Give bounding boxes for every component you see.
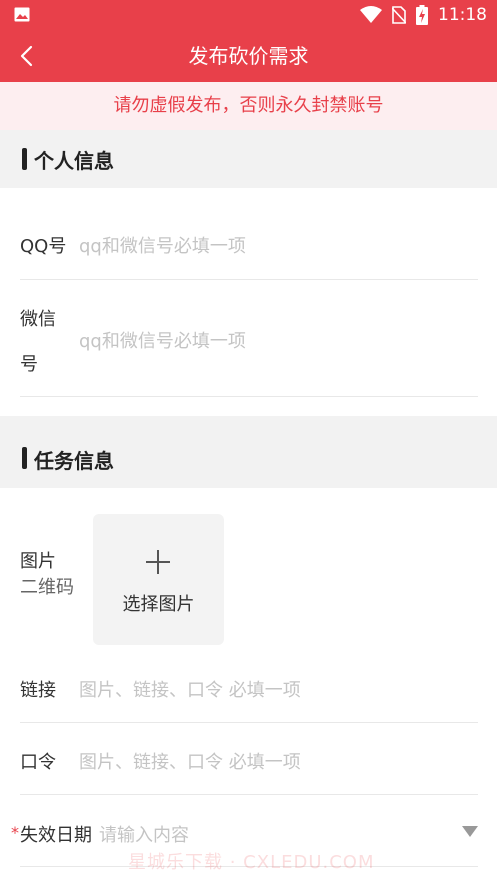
section-header-task: 任务信息: [0, 416, 497, 488]
battery-charging-icon: [416, 5, 428, 25]
code-row[interactable]: 口令 图片、链接、口令 必填一项: [20, 723, 478, 795]
code-label: 口令: [20, 752, 56, 773]
required-mark: *: [11, 823, 19, 842]
qq-label: QQ号: [20, 236, 67, 257]
expiry-input[interactable]: 请输入内容: [99, 821, 189, 847]
image-label-sub: 二维码: [20, 577, 74, 598]
image-icon: [14, 7, 30, 22]
select-image-button[interactable]: 选择图片: [93, 514, 224, 645]
wechat-label-line2: 号: [20, 354, 38, 375]
warning-banner: 请勿虚假发布，否则永久封禁账号: [0, 82, 497, 130]
section-marker: [22, 148, 27, 170]
qq-input[interactable]: qq和微信号必填一项: [79, 232, 246, 258]
status-time: 11:18: [438, 5, 487, 25]
qq-row[interactable]: QQ号 qq和微信号必填一项: [20, 208, 478, 280]
status-bar: 11:18: [0, 0, 497, 30]
watermark: 星城乐下载 · CXLEDU.COM: [128, 852, 375, 873]
expiry-label: 失效日期: [20, 825, 92, 846]
image-label-main: 图片: [20, 551, 56, 572]
section-marker: [22, 447, 27, 469]
wechat-input[interactable]: qq和微信号必填一项: [79, 327, 246, 353]
select-image-label: 选择图片: [122, 594, 195, 615]
section-title-personal: 个人信息: [34, 149, 114, 173]
image-label: 图片 二维码: [20, 549, 74, 601]
link-input[interactable]: 图片、链接、口令 必填一项: [79, 676, 301, 702]
section-header-personal: 个人信息: [0, 130, 497, 188]
dropdown-arrow-icon[interactable]: [462, 826, 478, 837]
link-label: 链接: [20, 680, 56, 701]
code-input[interactable]: 图片、链接、口令 必填一项: [79, 748, 301, 774]
no-sim-icon: [392, 6, 406, 24]
wifi-icon: [360, 6, 382, 23]
wechat-row[interactable]: 微信 号 qq和微信号必填一项: [20, 280, 478, 397]
plus-icon: [145, 550, 171, 576]
page-title: 发布砍价需求: [188, 44, 309, 68]
wechat-label-line1: 微信: [20, 309, 56, 330]
nav-bar: 发布砍价需求: [0, 30, 497, 82]
link-row[interactable]: 链接 图片、链接、口令 必填一项: [20, 652, 478, 723]
section-title-task: 任务信息: [34, 449, 114, 473]
